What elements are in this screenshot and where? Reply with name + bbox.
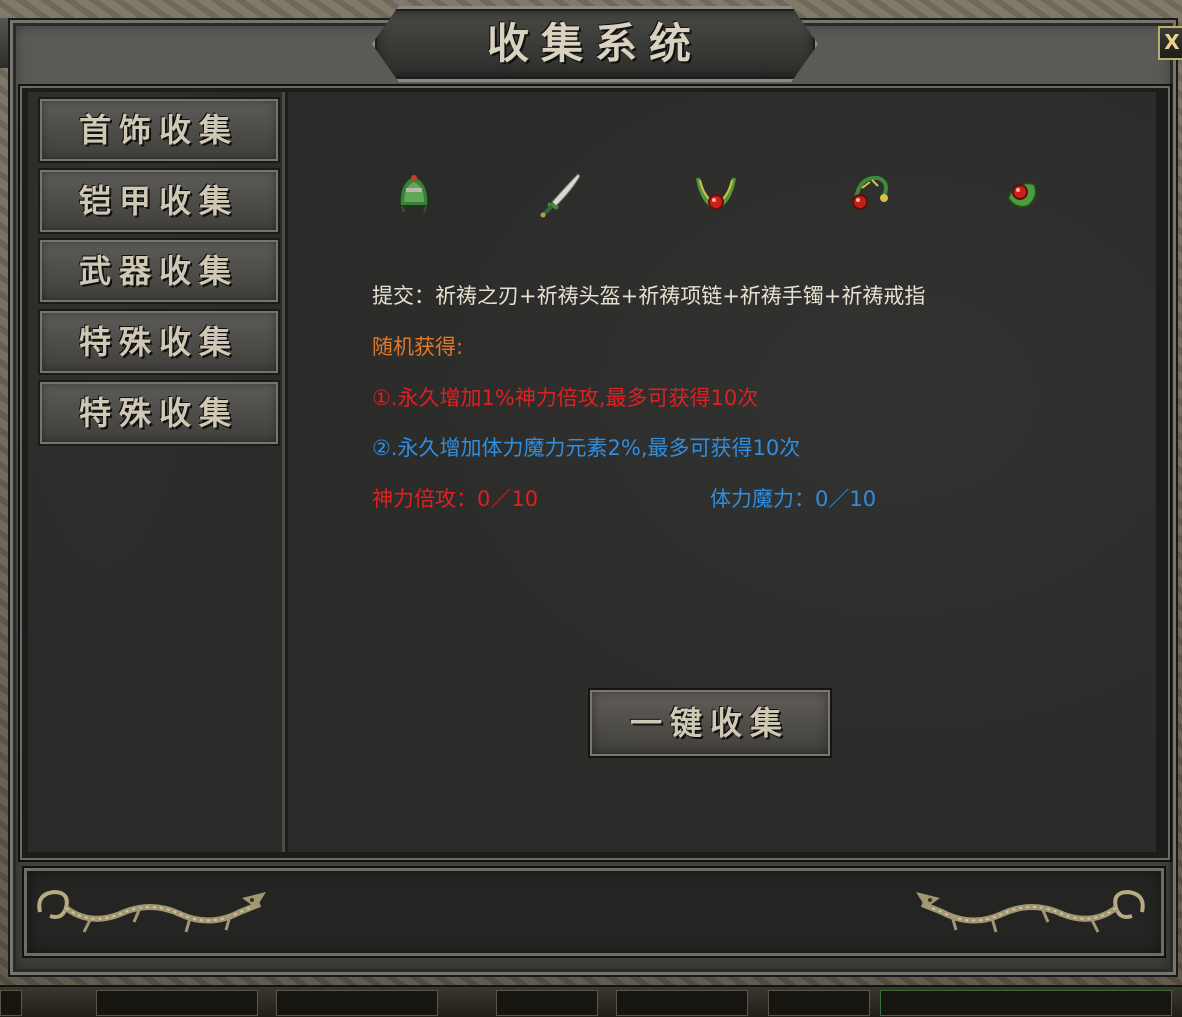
window-title: 收集系统: [486, 19, 703, 68]
status-segment: [496, 990, 598, 1016]
status-segment: [768, 990, 870, 1016]
necklace-icon[interactable]: [694, 168, 738, 218]
green-helmet-icon[interactable]: [392, 166, 436, 216]
bracelet-icon[interactable]: [848, 168, 892, 218]
status-segment: [0, 990, 22, 1016]
ring-icon[interactable]: [1000, 170, 1044, 220]
tab-armor-collection[interactable]: 铠甲收集: [38, 168, 280, 234]
dragon-right-icon: [916, 889, 1145, 933]
tab-special-collection-2[interactable]: 特殊收集: [38, 380, 280, 446]
reward-option-1: ①.永久增加1%神力倍攻,最多可获得10次: [372, 386, 759, 410]
sword-icon[interactable]: [538, 170, 582, 220]
dragon-left-icon: [37, 889, 266, 933]
status-segment: [276, 990, 438, 1016]
bottom-status-bar: [0, 985, 1182, 1017]
one-click-collect-button[interactable]: 一键收集: [588, 688, 832, 758]
tab-jewelry-collection[interactable]: 首饰收集: [38, 97, 280, 163]
random-reward-title: 随机获得:: [372, 335, 464, 359]
progress-hp-mp: 体力魔力：0／10: [710, 487, 877, 511]
status-segment: [616, 990, 748, 1016]
close-button[interactable]: X: [1158, 26, 1182, 60]
reward-option-2: ②.永久增加体力魔力元素2%,最多可获得10次: [372, 436, 801, 460]
tab-special-collection[interactable]: 特殊收集: [38, 309, 280, 375]
submit-requirement-text: 提交：祈祷之刃+祈祷头盔+祈祷项链+祈祷手镯+祈祷戒指: [372, 284, 926, 308]
status-segment: [880, 990, 1172, 1016]
status-segment: [96, 990, 258, 1016]
progress-divine-power: 神力倍攻：0／10: [372, 487, 539, 511]
tab-weapon-collection[interactable]: 武器收集: [38, 238, 280, 304]
